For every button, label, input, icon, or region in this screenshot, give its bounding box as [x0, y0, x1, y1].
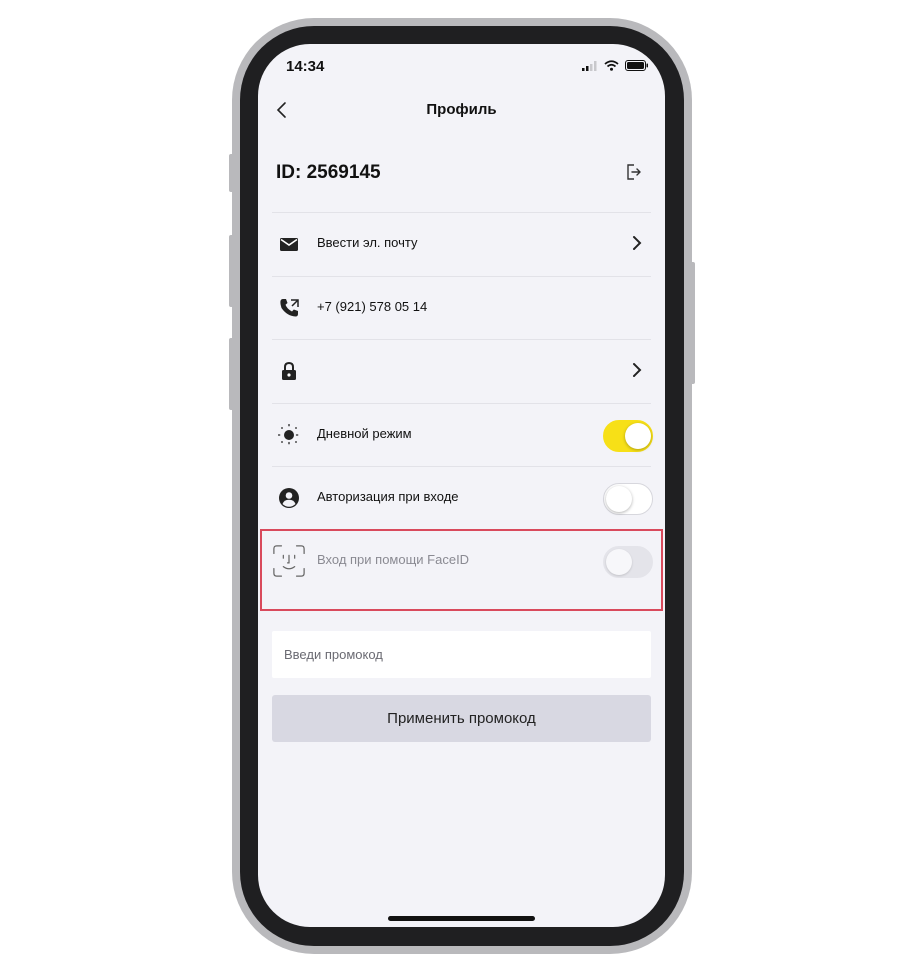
wifi-icon: [604, 60, 619, 71]
faceid-highlight-annotation: [260, 529, 663, 611]
phone-side-button-volume-up: [229, 235, 234, 307]
mail-icon: [280, 238, 298, 251]
password-row[interactable]: [272, 339, 651, 403]
auth-on-login-label: Авторизация при входе: [317, 489, 459, 504]
phone-row: +7 (921) 578 05 14: [272, 276, 651, 340]
phone-number: +7 (921) 578 05 14: [317, 299, 428, 314]
chevron-right-icon: [633, 236, 642, 250]
logout-icon[interactable]: [625, 163, 643, 181]
auth-on-login-row: Авторизация при входе: [272, 466, 653, 530]
promo-code-input[interactable]: [272, 631, 651, 678]
phone-call-icon: [280, 299, 299, 317]
user-id: ID: 2569145: [276, 162, 381, 183]
home-indicator[interactable]: [388, 916, 535, 921]
phone-side-button-power: [690, 262, 695, 384]
day-mode-label: Дневной режим: [317, 426, 412, 441]
cellular-signal-icon: [582, 60, 597, 71]
battery-icon: [625, 60, 648, 71]
page-title: Профиль: [426, 101, 497, 118]
email-label: Ввести эл. почту: [317, 235, 418, 250]
app-screen: 14:34 Профиль ID: 2569145 Ввести эл. поч…: [258, 44, 665, 927]
chevron-right-icon: [633, 363, 642, 377]
apply-promo-button[interactable]: Применить промокод: [272, 695, 651, 742]
lock-icon: [282, 361, 296, 380]
toggle-knob: [606, 486, 632, 512]
email-row[interactable]: Ввести эл. почту: [272, 212, 651, 276]
sun-icon: [278, 424, 300, 446]
status-time: 14:34: [286, 58, 325, 75]
day-mode-toggle[interactable]: [603, 420, 653, 452]
day-mode-row: Дневной режим: [272, 403, 653, 467]
user-circle-icon: [279, 488, 299, 508]
toggle-knob: [625, 423, 651, 449]
phone-side-button-volume-down: [229, 338, 234, 410]
status-icons: [582, 60, 649, 71]
auth-on-login-toggle[interactable]: [603, 483, 653, 515]
phone-side-button-silent: [229, 154, 234, 192]
